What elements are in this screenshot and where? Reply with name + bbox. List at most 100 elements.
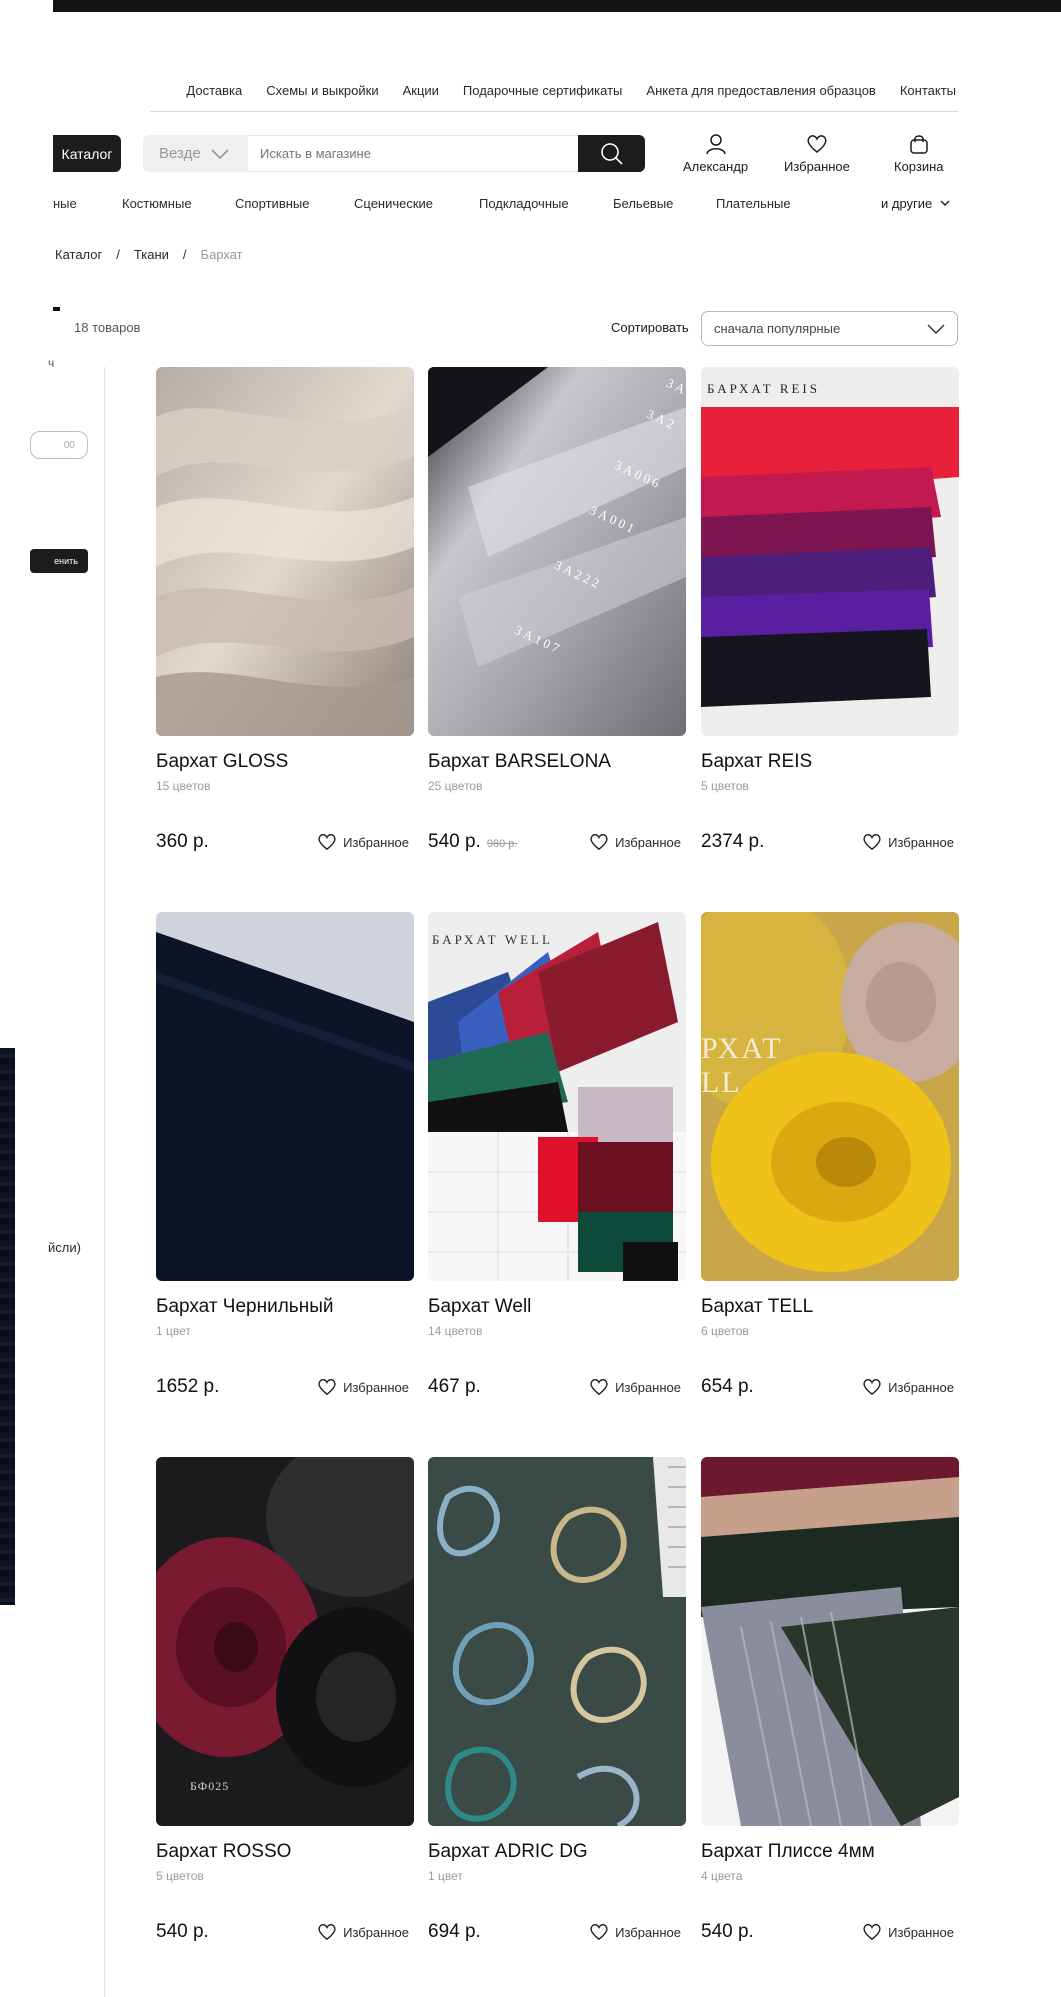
add-to-favorites-button[interactable]: Избранное [317, 1378, 409, 1396]
favorites-label: Избранное [343, 1924, 409, 1940]
heart-icon [318, 1924, 336, 1941]
product-title[interactable]: Бархат ROSSO [156, 1841, 414, 1863]
category-item[interactable]: Спортивные [235, 196, 309, 211]
product-image[interactable] [701, 1457, 959, 1826]
category-item[interactable]: Сценические [354, 196, 433, 211]
add-to-favorites-button[interactable]: Избранное [317, 833, 409, 851]
product-title[interactable]: Бархат GLOSS [156, 751, 414, 773]
sort-select[interactable]: сначала популярные [701, 311, 958, 346]
heart-icon [807, 135, 827, 153]
category-item[interactable]: Плательные [716, 196, 791, 211]
product-card[interactable]: Бархат GLOSS 15 цветов 360 р. Избранное [156, 367, 414, 852]
top-link-promotions[interactable]: Акции [403, 83, 439, 98]
breadcrumb-fabrics[interactable]: Ткани [134, 247, 169, 262]
heart-icon [863, 1379, 881, 1396]
heart-icon [590, 1924, 608, 1941]
cart-link[interactable]: Корзина [894, 133, 944, 174]
product-image[interactable]: 3A 3A2 3A006 3A001 3A222 3A107 [428, 367, 686, 736]
product-card[interactable]: БАРХАТ REIS Бархат REIS 5 цветов 2374 р.… [701, 367, 959, 852]
product-card[interactable]: Бархат Плиссе 4мм 4 цвета 540 р. Избранн… [701, 1457, 959, 1942]
add-to-favorites-button[interactable]: Избранное [589, 833, 681, 851]
side-banner-image [0, 1048, 15, 1605]
price-value: 540 р. [156, 1921, 209, 1942]
product-image[interactable]: БАРХАТ REIS [701, 367, 959, 736]
account-link[interactable]: Александр [683, 133, 748, 174]
heart-icon [863, 834, 881, 851]
product-title[interactable]: Бархат TELL [701, 1296, 959, 1318]
product-colors: 5 цветов [156, 1869, 204, 1883]
top-link-patterns[interactable]: Схемы и выкройки [266, 83, 378, 98]
product-card[interactable]: БАРХАТ WELL Бархат Well 14 цветов 467 р.… [428, 912, 686, 1397]
product-price: 360 р. [156, 831, 209, 853]
breadcrumb-current: Бархат [200, 247, 243, 262]
top-link-contacts[interactable]: Контакты [900, 83, 956, 98]
favorites-label: Избранное [888, 834, 954, 850]
more-categories-button[interactable]: и другие [881, 196, 950, 211]
add-to-favorites-button[interactable]: Избранное [862, 1378, 954, 1396]
add-to-favorites-button[interactable]: Избранное [589, 1378, 681, 1396]
product-image[interactable] [156, 912, 414, 1281]
heart-icon [318, 834, 336, 851]
product-card[interactable]: Бархат Чернильный 1 цвет 1652 р. Избранн… [156, 912, 414, 1397]
chevron-down-icon [211, 148, 229, 159]
product-card[interactable]: РХАТ LL Бархат TELL 6 цветов 654 р. Избр… [701, 912, 959, 1397]
chevron-down-icon [940, 200, 950, 206]
filter-heading-fragment: ч [48, 356, 55, 370]
add-to-favorites-button[interactable]: Избранное [862, 833, 954, 851]
filter-option-fragment[interactable]: йсли) [48, 1240, 81, 1255]
top-links: Доставка Схемы и выкройки Акции Подарочн… [162, 83, 956, 98]
add-to-favorites-button[interactable]: Избранное [317, 1923, 409, 1941]
product-title[interactable]: Бархат Плиссе 4мм [701, 1841, 959, 1863]
product-price-row: 654 р. Избранное [701, 1376, 959, 1398]
product-colors: 15 цветов [156, 779, 211, 793]
product-image[interactable] [428, 1457, 686, 1826]
apply-filter-button[interactable]: енить [30, 549, 88, 573]
product-colors: 5 цветов [701, 779, 749, 793]
heart-icon [863, 1924, 881, 1941]
search-button[interactable] [578, 135, 645, 172]
product-image[interactable] [156, 367, 414, 736]
product-title[interactable]: Бархат ADRIC DG [428, 1841, 686, 1863]
breadcrumb: Каталог / Ткани / Бархат [55, 247, 243, 262]
product-price: 540 р. [156, 1921, 209, 1943]
product-title[interactable]: Бархат REIS [701, 751, 959, 773]
price-to-input[interactable]: 00 [30, 431, 88, 459]
product-image[interactable]: БФ025 [156, 1457, 414, 1826]
bag-icon [910, 135, 928, 154]
product-title[interactable]: Бархат BARSELONA [428, 751, 686, 773]
old-price: 980 р. [486, 838, 518, 850]
header-divider [150, 111, 958, 112]
product-price-row: 694 р. Избранное [428, 1921, 686, 1943]
product-card[interactable]: 3A 3A2 3A006 3A001 3A222 3A107 Бархат BA… [428, 367, 686, 852]
product-title[interactable]: Бархат Чернильный [156, 1296, 414, 1318]
category-item[interactable]: Подкладочные [479, 196, 569, 211]
add-to-favorites-button[interactable]: Избранное [589, 1923, 681, 1941]
breadcrumb-catalog[interactable]: Каталог [55, 247, 102, 262]
category-item[interactable]: Бельевые [613, 196, 673, 211]
heart-icon [590, 1379, 608, 1396]
favorites-link[interactable]: Избранное [784, 133, 850, 174]
product-image[interactable]: БАРХАТ WELL [428, 912, 686, 1281]
product-card[interactable]: БФ025 Бархат ROSSO 5 цветов 540 р. Избра… [156, 1457, 414, 1942]
more-categories-label: и другие [881, 196, 933, 211]
sort-value: сначала популярные [714, 321, 841, 336]
search-scope-select[interactable]: Везде [143, 135, 248, 172]
favorites-label: Избранное [784, 159, 850, 174]
product-price: 467 р. [428, 1376, 481, 1398]
heart-icon [590, 834, 608, 851]
product-image[interactable]: РХАТ LL [701, 912, 959, 1281]
top-link-delivery[interactable]: Доставка [186, 83, 242, 98]
catalog-button[interactable]: Каталог [53, 135, 121, 172]
top-link-samples-form[interactable]: Анкета для предоставления образцов [646, 83, 875, 98]
search-input[interactable] [248, 135, 578, 172]
product-card[interactable]: Бархат ADRIC DG 1 цвет 694 р. Избранное [428, 1457, 686, 1942]
product-colors: 25 цветов [428, 779, 483, 793]
product-title[interactable]: Бархат Well [428, 1296, 686, 1318]
cart-label: Корзина [894, 159, 944, 174]
product-price: 654 р. [701, 1376, 754, 1398]
category-item[interactable]: ные [53, 196, 77, 211]
user-icon [705, 134, 726, 155]
top-link-gift-cards[interactable]: Подарочные сертификаты [463, 83, 622, 98]
add-to-favorites-button[interactable]: Избранное [862, 1923, 954, 1941]
category-item[interactable]: Костюмные [122, 196, 192, 211]
